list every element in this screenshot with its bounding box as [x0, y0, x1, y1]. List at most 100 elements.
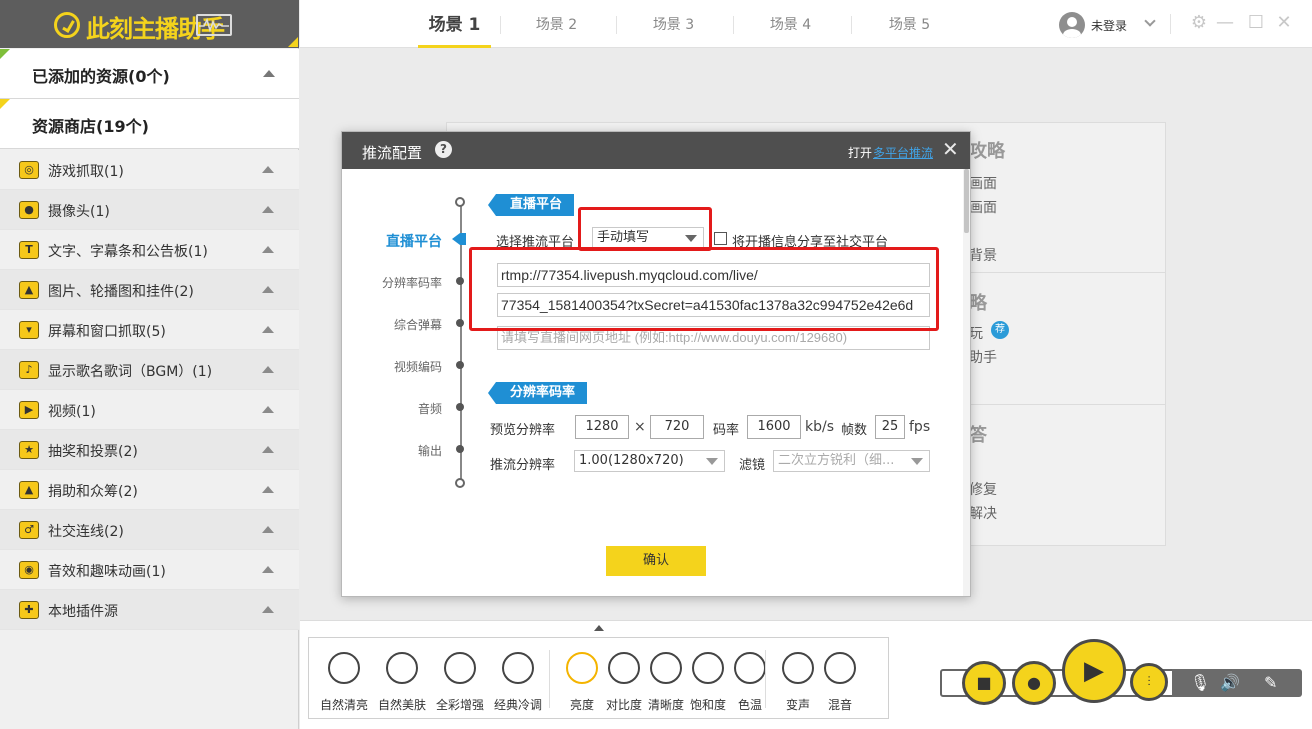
- nav-danmaku[interactable]: 综合弹幕: [342, 316, 442, 333]
- filter-label: 混音: [827, 698, 852, 712]
- category-item[interactable]: ♂ 社交连线(2): [0, 510, 299, 550]
- help-icon[interactable]: ?: [435, 141, 452, 158]
- tips-column-2: [967, 273, 1165, 405]
- category-item[interactable]: ★ 抽奖和投票(2): [0, 430, 299, 470]
- added-resources-header[interactable]: 已添加的资源(0个): [0, 49, 299, 99]
- webcam-button[interactable]: ●: [1012, 661, 1056, 705]
- green-flag-icon: [0, 49, 10, 59]
- filter-leaf[interactable]: 自然清亮: [319, 638, 369, 720]
- minimize-icon[interactable]: —: [1214, 12, 1236, 34]
- filter-mix[interactable]: 混音: [815, 638, 865, 720]
- audio-wave-icon[interactable]: [196, 14, 232, 36]
- collapse-arrow-icon[interactable]: [263, 70, 275, 77]
- collapse-arrow-icon[interactable]: [262, 166, 274, 173]
- filter-color-temp[interactable]: 色温: [725, 638, 775, 720]
- collapse-arrow-icon[interactable]: [262, 286, 274, 293]
- nav-resolution[interactable]: 分辨率码率: [342, 274, 442, 291]
- mixer-button[interactable]: ⫶: [1130, 663, 1168, 701]
- nav-audio[interactable]: 音频: [342, 400, 442, 417]
- fps-input[interactable]: 25: [875, 415, 905, 439]
- tips-item[interactable]: 画面: [969, 173, 997, 193]
- tips-item[interactable]: 解决: [969, 503, 997, 523]
- tips-item[interactable]: 助手: [969, 347, 997, 367]
- user-avatar-icon[interactable]: [1059, 12, 1085, 38]
- login-label[interactable]: 未登录: [1091, 17, 1127, 34]
- category-label: 捐助和众筹(2): [48, 484, 138, 500]
- tools-icon[interactable]: ✎: [1264, 673, 1277, 692]
- tips-item[interactable]: 画面: [969, 197, 997, 217]
- mix-icon: [824, 652, 856, 684]
- tips-item[interactable]: 玩: [969, 323, 983, 343]
- category-item[interactable]: ◎ 游戏抓取(1): [0, 150, 299, 190]
- filter-select[interactable]: 二次立方锐利（细...: [773, 450, 930, 472]
- close-icon[interactable]: ✕: [1273, 12, 1295, 34]
- speaker-icon[interactable]: 🔊: [1220, 673, 1240, 692]
- share-checkbox[interactable]: [714, 232, 727, 245]
- filter-mountain[interactable]: 经典冷调: [493, 638, 543, 720]
- expand-toolbar-icon[interactable]: [594, 625, 604, 631]
- tab-scene-3[interactable]: 场景 3: [615, 0, 732, 48]
- settings-gear-icon[interactable]: ⚙: [1188, 12, 1210, 34]
- category-label: 文字、字幕条和公告板(1): [48, 244, 208, 260]
- nav-video-encoding[interactable]: 视频编码: [342, 358, 442, 375]
- tab-scene-2[interactable]: 场景 2: [498, 0, 615, 48]
- multi-platform-link[interactable]: 多平台推流: [873, 144, 933, 161]
- category-item[interactable]: ▲ 图片、轮播图和挂件(2): [0, 270, 299, 310]
- close-icon[interactable]: ✕: [942, 137, 959, 161]
- category-label: 本地插件源: [48, 604, 118, 620]
- resource-store-label: 资源商店(19个): [32, 117, 149, 136]
- filter-aperture[interactable]: 全彩增强: [435, 638, 485, 720]
- timeline-dot: [456, 361, 464, 369]
- category-item[interactable]: ◉ 音效和趣味动画(1): [0, 550, 299, 590]
- category-item[interactable]: T 文字、字幕条和公告板(1): [0, 230, 299, 270]
- dialog-scrollbar[interactable]: [963, 169, 970, 596]
- category-item[interactable]: ● 摄像头(1): [0, 190, 299, 230]
- confirm-button[interactable]: 确认: [606, 546, 706, 576]
- tips-item[interactable]: 修复: [969, 479, 997, 499]
- video-icon: ▶: [19, 401, 39, 419]
- start-live-button[interactable]: ▶: [1062, 639, 1126, 703]
- category-item[interactable]: ▾ 屏幕和窗口抓取(5): [0, 310, 299, 350]
- webcam-icon: ●: [19, 201, 39, 219]
- maximize-icon[interactable]: ☐: [1245, 12, 1267, 34]
- chevron-down-icon[interactable]: [1144, 15, 1156, 27]
- collapse-arrow-icon[interactable]: [262, 566, 274, 573]
- filter-label: 滤镜: [739, 458, 766, 473]
- collapse-arrow-icon[interactable]: [262, 206, 274, 213]
- collapse-arrow-icon[interactable]: [262, 406, 274, 413]
- preview-width-input[interactable]: 1280: [575, 415, 629, 439]
- mixer-icon: ⫶: [1147, 674, 1151, 690]
- collapse-arrow-icon[interactable]: [262, 606, 274, 613]
- category-item[interactable]: ✚ 本地插件源: [0, 590, 299, 630]
- category-item[interactable]: ▶ 视频(1): [0, 390, 299, 430]
- tab-scene-5[interactable]: 场景 5: [851, 0, 968, 48]
- category-item[interactable]: ♪ 显示歌名歌词（BGM）(1): [0, 350, 299, 390]
- nav-live-platform[interactable]: 直播平台: [342, 231, 442, 251]
- collapse-arrow-icon[interactable]: [262, 526, 274, 533]
- push-resolution-select[interactable]: 1.00(1280x720): [574, 450, 725, 472]
- bitrate-unit: kb/s: [805, 419, 835, 435]
- filter-label: 经典冷调: [493, 698, 542, 712]
- microphone-icon[interactable]: 🎙: [1190, 673, 1210, 692]
- dialog-header: 推流配置 ? 打开 多平台推流 ✕: [342, 132, 970, 169]
- dropdown-caret-icon: [911, 458, 923, 465]
- camera-button[interactable]: ■: [962, 661, 1006, 705]
- nav-active-pointer: [452, 233, 466, 245]
- category-item[interactable]: ▲ 捐助和众筹(2): [0, 470, 299, 510]
- stream-config-dialog: 推流配置 ? 打开 多平台推流 ✕ 直播平台 分辨率码率 综合弹幕 视频编码 音…: [341, 131, 971, 597]
- collapse-arrow-icon[interactable]: [262, 486, 274, 493]
- bitrate-input[interactable]: 1600: [747, 415, 801, 439]
- collapse-arrow-icon[interactable]: [262, 446, 274, 453]
- collapse-arrow-icon[interactable]: [262, 326, 274, 333]
- tab-scene-1[interactable]: 场景 1: [396, 0, 513, 48]
- filter-skin[interactable]: 自然美肤: [377, 638, 427, 720]
- category-label: 音效和趣味动画(1): [48, 564, 166, 580]
- nav-output[interactable]: 输出: [342, 442, 442, 459]
- preview-height-input[interactable]: 720: [650, 415, 704, 439]
- text-icon: T: [19, 241, 39, 259]
- tips-item[interactable]: 背景: [969, 245, 997, 265]
- collapse-arrow-icon[interactable]: [262, 246, 274, 253]
- collapse-arrow-icon[interactable]: [262, 366, 274, 373]
- resource-store-header[interactable]: 资源商店(19个): [0, 99, 299, 149]
- tab-scene-4[interactable]: 场景 4: [732, 0, 849, 48]
